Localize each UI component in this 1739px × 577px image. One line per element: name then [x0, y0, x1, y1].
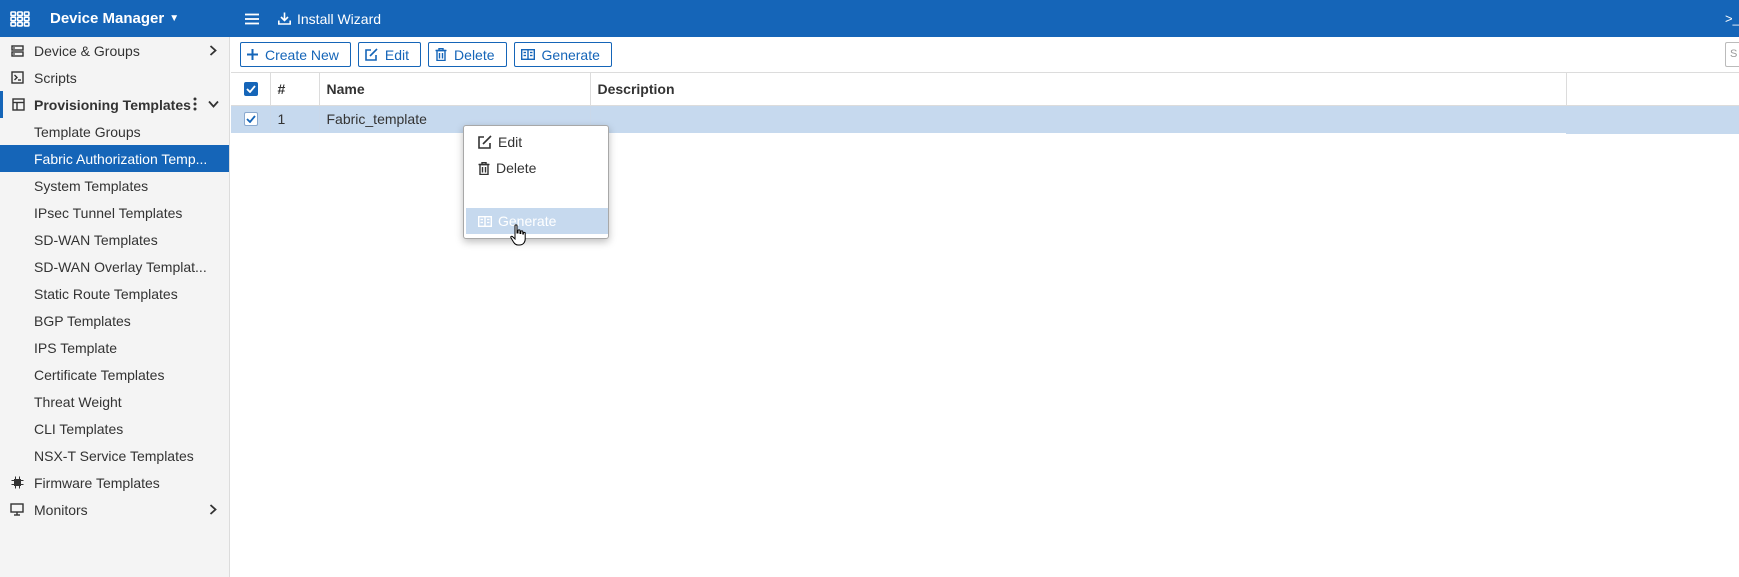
sidebar-item-certificate-templates[interactable]: Certificate Templates [0, 361, 229, 388]
sidebar-item-label: IPS Template [34, 339, 118, 356]
sidebar-item-label: Scripts [34, 69, 77, 86]
sidebar-item-label: NSX-T Service Templates [34, 447, 194, 464]
cli-console-icon[interactable]: >_ [1725, 0, 1739, 37]
column-header-name[interactable]: Name [319, 73, 591, 106]
sidebar-item-provisioning-templates[interactable]: Provisioning Templates [0, 91, 229, 118]
sidebar-item-device-groups[interactable]: Device & Groups [0, 37, 229, 64]
generate-icon [478, 215, 492, 227]
sidebar-item-firmware-templates[interactable]: Firmware Templates [0, 469, 229, 496]
sidebar-item-sd-wan-templates[interactable]: SD-WAN Templates [0, 226, 229, 253]
more-options-icon[interactable] [193, 97, 199, 111]
app-title-dropdown[interactable]: Device Manager ▼ [50, 10, 220, 27]
menu-toggle-icon[interactable] [242, 13, 262, 25]
sidebar-item-label: Device & Groups [34, 42, 140, 59]
sidebar-item-template-groups[interactable]: Template Groups [0, 118, 229, 145]
edit-icon [365, 48, 378, 61]
column-header-index[interactable]: # [270, 73, 320, 106]
table-header-row: # Name Description [231, 73, 1567, 106]
app-launcher-icon[interactable] [0, 0, 40, 37]
sidebar: Device & Groups Scripts Provisioning Tem… [0, 37, 230, 577]
context-menu-edit[interactable]: Edit [464, 129, 608, 155]
generate-icon [520, 49, 535, 60]
sidebar-item-monitors[interactable]: Monitors [0, 496, 229, 523]
install-wizard-button[interactable]: Install Wizard [278, 11, 381, 27]
sidebar-item-label: Template Groups [34, 123, 141, 140]
sidebar-item-label: Static Route Templates [34, 285, 178, 302]
row-select-cell [231, 105, 271, 133]
toolbar: Create New Edit Delete Generate S [231, 37, 1739, 73]
sidebar-item-system-templates[interactable]: System Templates [0, 172, 229, 199]
install-wizard-label: Install Wizard [297, 10, 382, 27]
delete-button[interactable]: Delete [428, 42, 507, 67]
sidebar-item-label: System Templates [34, 177, 149, 194]
context-menu: Edit Delete Generate [463, 125, 609, 239]
sidebar-item-sd-wan-overlay-templates[interactable]: SD-WAN Overlay Templat... [0, 253, 229, 280]
column-header-description[interactable]: Description [590, 73, 1567, 106]
plus-icon [247, 49, 258, 60]
search-input[interactable]: S [1725, 42, 1739, 67]
sidebar-item-label: Firmware Templates [34, 474, 160, 491]
download-icon [278, 12, 291, 25]
sidebar-item-nsx-t-service-templates[interactable]: NSX-T Service Templates [0, 442, 229, 469]
sidebar-item-label: Threat Weight [34, 393, 122, 410]
top-bar: Device Manager ▼ Install Wizard >_ [0, 0, 1739, 37]
sidebar-item-label: SD-WAN Templates [34, 231, 158, 248]
sidebar-item-ips-template[interactable]: IPS Template [0, 334, 229, 361]
edit-icon [478, 135, 492, 149]
chevron-down-icon[interactable] [207, 98, 219, 110]
sidebar-item-label: IPsec Tunnel Templates [34, 204, 183, 221]
row-description [590, 105, 1567, 133]
edit-button[interactable]: Edit [357, 42, 422, 67]
caret-down-icon: ▼ [169, 13, 180, 24]
generate-button[interactable]: Generate [513, 42, 612, 67]
sidebar-item-fabric-authorization-templates[interactable]: Fabric Authorization Temp... [0, 145, 229, 172]
firmware-templates-icon [0, 476, 34, 489]
selected-row-filler [1566, 106, 1739, 134]
sidebar-item-label: Fabric Authorization Temp... [34, 150, 208, 167]
chevron-right-icon [207, 44, 219, 56]
monitors-icon [0, 503, 34, 516]
hand-cursor-icon [510, 224, 526, 249]
row-checkbox[interactable] [244, 112, 258, 127]
table-header-filler [1566, 74, 1739, 106]
provisioning-templates-icon [3, 98, 34, 111]
sidebar-item-label: CLI Templates [34, 420, 124, 437]
context-menu-generate[interactable]: Generate [466, 208, 608, 234]
select-all-cell [231, 73, 271, 106]
main-content: Create New Edit Delete Generate S # Name… [231, 37, 1739, 577]
templates-table: # Name Description 1 Fabric_template [231, 73, 1567, 133]
select-all-checkbox[interactable] [244, 81, 258, 96]
sidebar-item-label: Monitors [34, 501, 88, 518]
create-new-button[interactable]: Create New [240, 42, 351, 67]
app-title: Device Manager [50, 10, 165, 27]
context-menu-delete[interactable]: Delete [464, 155, 608, 181]
device-groups-icon [0, 44, 34, 57]
chevron-right-icon [207, 503, 219, 515]
sidebar-item-ipsec-tunnel-templates[interactable]: IPsec Tunnel Templates [0, 199, 229, 226]
table-row[interactable]: 1 Fabric_template [231, 105, 1567, 133]
sidebar-item-label: BGP Templates [34, 312, 131, 329]
trash-icon [478, 161, 490, 175]
sidebar-item-label: SD-WAN Overlay Templat... [34, 258, 207, 275]
sidebar-item-static-route-templates[interactable]: Static Route Templates [0, 280, 229, 307]
trash-icon [435, 48, 447, 61]
sidebar-item-label: Certificate Templates [34, 366, 165, 383]
sidebar-item-threat-weight[interactable]: Threat Weight [0, 388, 229, 415]
sidebar-item-bgp-templates[interactable]: BGP Templates [0, 307, 229, 334]
scripts-icon [0, 71, 34, 84]
row-index: 1 [270, 105, 320, 133]
sidebar-item-label: Provisioning Templates [34, 96, 191, 113]
sidebar-item-cli-templates[interactable]: CLI Templates [0, 415, 229, 442]
sidebar-item-scripts[interactable]: Scripts [0, 64, 229, 91]
